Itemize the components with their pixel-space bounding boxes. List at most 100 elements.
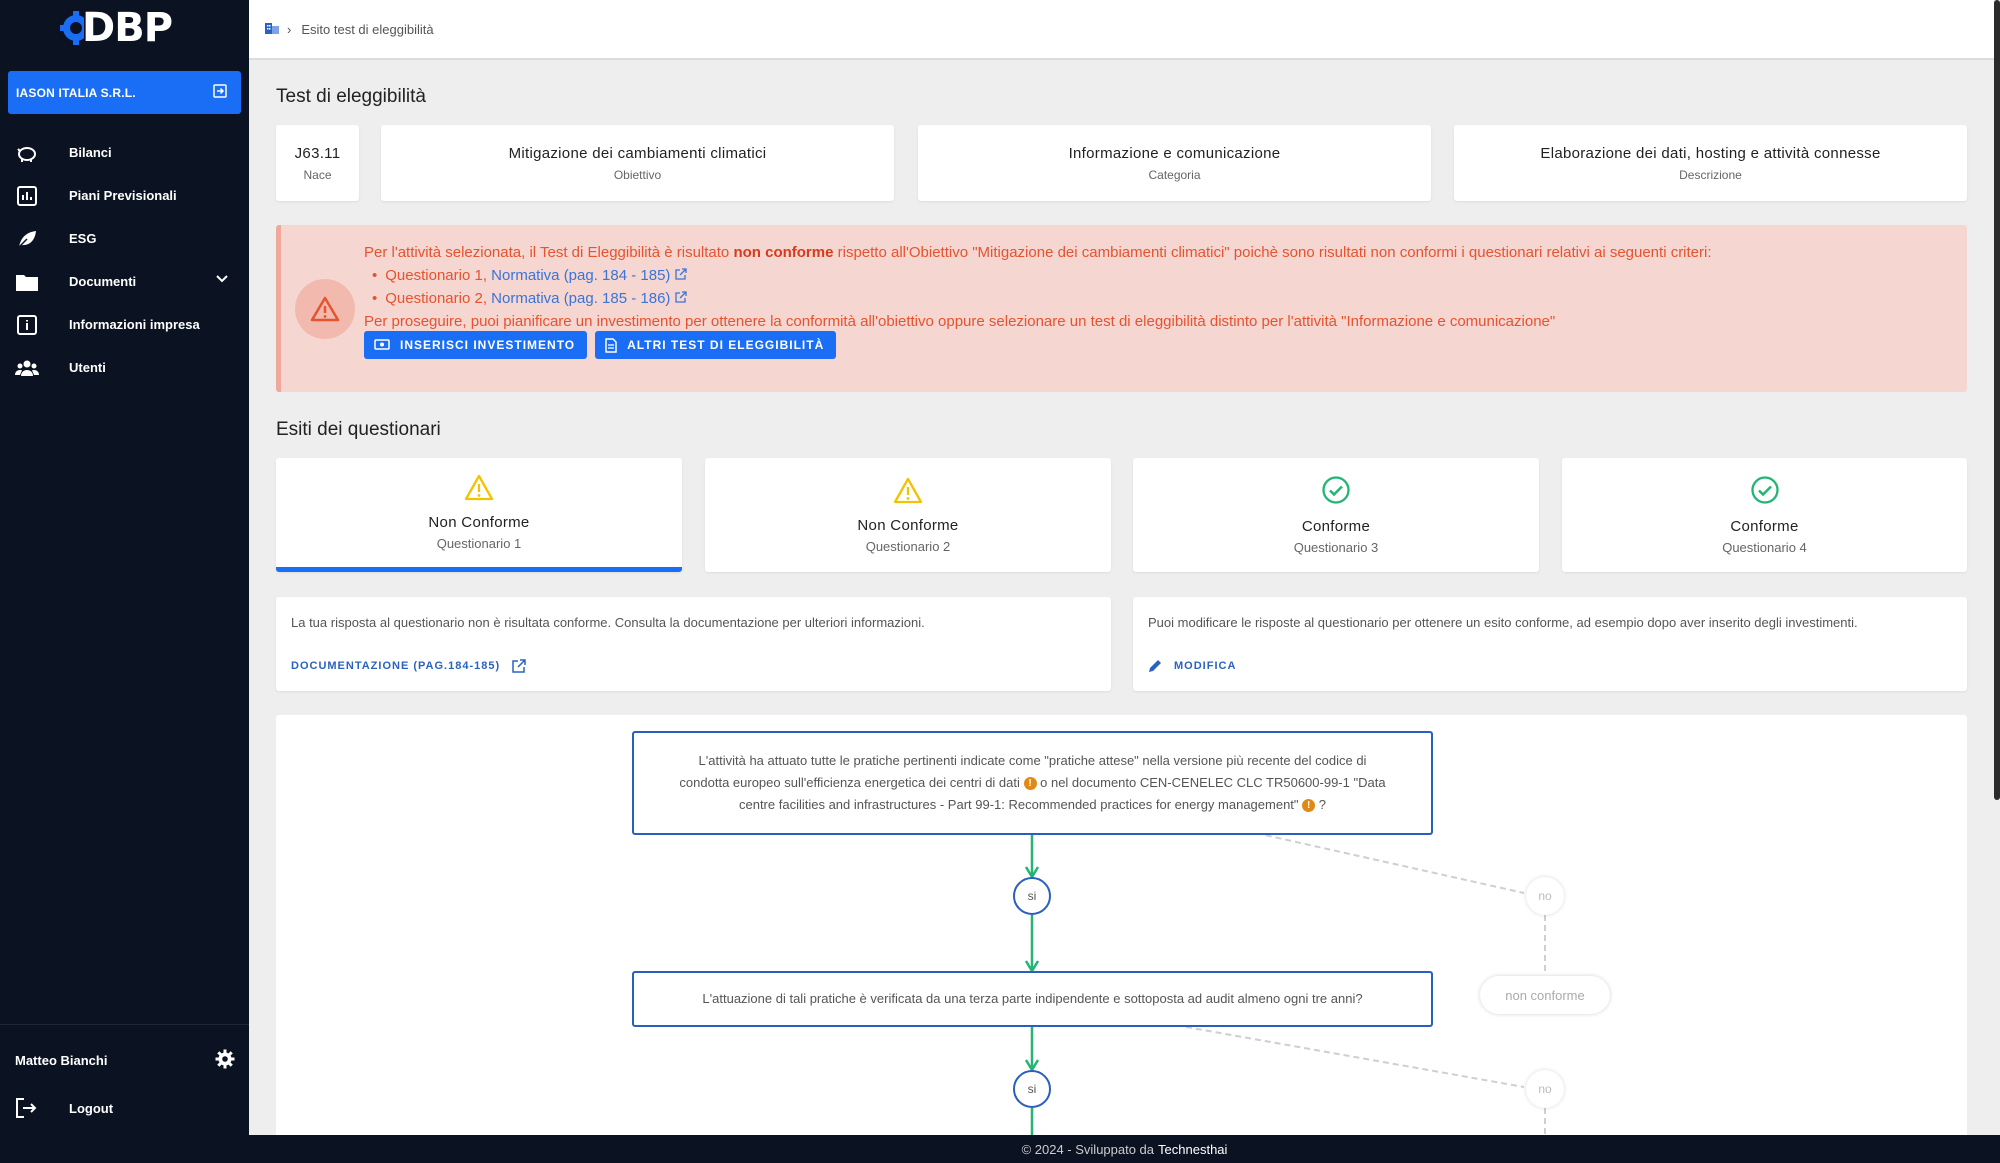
list-item: Questionario 1, Normativa (pag. 184 - 18… bbox=[372, 264, 1712, 287]
questionario-flow: L'attività ha attuato tutte le pratiche … bbox=[276, 715, 1967, 1135]
external-link-icon bbox=[674, 291, 687, 303]
inserisci-investimento-button[interactable]: INSERISCI INVESTIMENTO bbox=[364, 331, 588, 359]
yes-node: si bbox=[1013, 1070, 1051, 1108]
check-circle-icon bbox=[1321, 475, 1351, 510]
sidebar-item-label: Informazioni impresa bbox=[69, 317, 200, 332]
questionario-status: Conforme bbox=[1730, 518, 1799, 535]
sidebar-item-label: Utenti bbox=[69, 360, 106, 375]
sidebar-item-label: Piani Previsionali bbox=[69, 188, 177, 203]
gear-icon[interactable] bbox=[215, 1049, 235, 1072]
modifica-button[interactable]: MODIFICA bbox=[1148, 659, 1236, 673]
warning-icon bbox=[893, 477, 923, 509]
info-icon bbox=[15, 313, 39, 337]
leaf-icon bbox=[15, 227, 39, 251]
questionario-label: Questionario 2 bbox=[865, 538, 951, 554]
obiettivo-value: Mitigazione dei cambiamenti climatici bbox=[508, 144, 767, 162]
normativa-link[interactable]: Normativa (pag. 184 - 185) bbox=[491, 267, 687, 284]
money-icon bbox=[374, 339, 390, 351]
info-icon[interactable]: ! bbox=[1302, 799, 1316, 813]
questionario-card-2[interactable]: Non Conforme Questionario 2 bbox=[705, 458, 1111, 572]
modifica-label: MODIFICA bbox=[1174, 660, 1237, 672]
flow-question-2: L'attuazione di tali pratiche è verifica… bbox=[632, 971, 1433, 1027]
questionario-card-3[interactable]: Conforme Questionario 3 bbox=[1133, 458, 1539, 572]
alert-message: Per l'attività selezionata, il Test di E… bbox=[364, 241, 1712, 333]
questionario-card-4[interactable]: Conforme Questionario 4 bbox=[1562, 458, 1967, 572]
descrizione-label: Descrizione bbox=[1679, 167, 1742, 182]
footer-text: © 2024 - Sviluppato da bbox=[1021, 1141, 1155, 1157]
page-title: Test di eleggibilità bbox=[276, 86, 426, 107]
button-label: INSERISCI INVESTIMENTO bbox=[400, 338, 576, 352]
normativa-link[interactable]: Normativa (pag. 185 - 186) bbox=[491, 290, 687, 307]
gear-logo-icon bbox=[58, 11, 89, 45]
user-row: Matteo Bianchi bbox=[15, 1045, 235, 1075]
normativa-link-text: Normativa (pag. 185 - 186) bbox=[491, 290, 671, 307]
questionario-card-1[interactable]: Non Conforme Questionario 1 bbox=[276, 458, 682, 572]
sidebar-item-label: ESG bbox=[69, 231, 97, 246]
info-icon[interactable]: ! bbox=[1023, 777, 1037, 791]
non-conforme-node: non conforme bbox=[1480, 976, 1610, 1014]
sidebar: DBP IASON ITALIA S.R.L. Bilanci Piani Pr… bbox=[0, 0, 249, 1163]
obiettivo-label: Obiettivo bbox=[613, 167, 662, 182]
document-icon bbox=[605, 337, 617, 353]
sidebar-item-documenti[interactable]: Documenti bbox=[0, 260, 249, 303]
logo[interactable]: DBP bbox=[58, 5, 173, 51]
documentazione-link[interactable]: DOCUMENTAZIONE (PAG.184-185) bbox=[291, 659, 526, 673]
modifica-card: Puoi modificare le risposte al questiona… bbox=[1133, 597, 1967, 691]
categoria-value: Informazione e comunicazione bbox=[1068, 144, 1281, 162]
company-name: IASON ITALIA S.R.L. bbox=[16, 85, 136, 100]
sidebar-divider bbox=[0, 1024, 249, 1025]
sidebar-item-utenti[interactable]: Utenti bbox=[0, 346, 249, 389]
sidebar-item-piani-previsionali[interactable]: Piani Previsionali bbox=[0, 174, 249, 217]
breadcrumb: › Esito test di eleggibilità bbox=[249, 0, 1994, 60]
logo-text: DBP bbox=[82, 5, 173, 51]
check-circle-icon bbox=[1750, 475, 1780, 510]
question-1-line2a: condotta europeo sull'efficienza energet… bbox=[679, 775, 1020, 790]
alert-buttons: INSERISCI INVESTIMENTO ALTRI TEST DI ELE… bbox=[364, 331, 837, 359]
alert-criteria-list: Questionario 1, Normativa (pag. 184 - 18… bbox=[364, 264, 1712, 310]
main-content: Test di eleggibilità J63.11 Nace Mitigaz… bbox=[249, 62, 1994, 1135]
questionario-status: Non Conforme bbox=[428, 514, 530, 531]
piggy-bank-icon bbox=[15, 141, 39, 165]
question-1-line3a: centre facilities and infrastructures - … bbox=[738, 797, 1299, 812]
scrollbar[interactable] bbox=[1994, 0, 2000, 800]
altri-test-button[interactable]: ALTRI TEST DI ELEGGIBILITÀ bbox=[595, 331, 837, 359]
sidebar-item-esg[interactable]: ESG bbox=[0, 217, 249, 260]
obiettivo-card: Mitigazione dei cambiamenti climatici Ob… bbox=[381, 125, 894, 201]
pencil-icon bbox=[1149, 660, 1161, 672]
descrizione-card: Elaborazione dei dati, hosting e attivit… bbox=[1454, 125, 1967, 201]
sidebar-item-bilanci[interactable]: Bilanci bbox=[0, 131, 249, 174]
alert-line1-pre: Per l'attività selezionata, il Test di E… bbox=[364, 244, 734, 261]
bar-chart-icon bbox=[15, 184, 39, 208]
warning-icon bbox=[295, 279, 355, 339]
questionario-label: Questionario 1 bbox=[436, 536, 522, 551]
logout-button[interactable]: Logout bbox=[15, 1093, 113, 1123]
external-link-icon bbox=[512, 659, 526, 673]
question-1-line3b: ? bbox=[1315, 797, 1326, 812]
users-icon bbox=[15, 356, 39, 380]
questionario-label: Questionario 4 bbox=[1722, 540, 1807, 555]
questionario-label: Questionario 3 bbox=[1293, 540, 1379, 555]
documentazione-link-label: DOCUMENTAZIONE (PAG.184-185) bbox=[291, 660, 501, 672]
question-1-line1: L'attività ha attuato tutte le pratiche … bbox=[698, 753, 1367, 768]
nace-value: J63.11 bbox=[294, 144, 341, 162]
button-label: ALTRI TEST DI ELEGGIBILITÀ bbox=[627, 338, 825, 352]
folder-icon bbox=[15, 270, 39, 294]
sidebar-item-informazioni-impresa[interactable]: Informazioni impresa bbox=[0, 303, 249, 346]
non-conforme-alert: Per l'attività selezionata, il Test di E… bbox=[276, 225, 1967, 392]
documentazione-card: La tua risposta al questionario non è ri… bbox=[276, 597, 1111, 691]
sidebar-nav: Bilanci Piani Previsionali ESG Documenti… bbox=[0, 131, 249, 389]
list-item: Questionario 2, Normativa (pag. 185 - 18… bbox=[372, 287, 1712, 310]
building-icon[interactable] bbox=[265, 21, 279, 37]
no-node: no bbox=[1526, 877, 1564, 915]
chevron-down-icon[interactable] bbox=[215, 272, 229, 287]
chevron-right-icon: › bbox=[287, 21, 292, 37]
questionario-status: Conforme bbox=[1301, 518, 1371, 535]
flow-question-1: L'attività ha attuato tutte le pratiche … bbox=[632, 731, 1433, 835]
user-name: Matteo Bianchi bbox=[15, 1052, 108, 1068]
descrizione-value: Elaborazione dei dati, hosting e attivit… bbox=[1540, 144, 1881, 162]
normativa-link-text: Normativa (pag. 184 - 185) bbox=[491, 267, 671, 284]
footer-brand: Technesthai bbox=[1158, 1141, 1228, 1157]
questionario-status: Non Conforme bbox=[857, 516, 959, 534]
warning-icon bbox=[464, 474, 494, 506]
company-selector-button[interactable]: IASON ITALIA S.R.L. bbox=[8, 71, 241, 114]
